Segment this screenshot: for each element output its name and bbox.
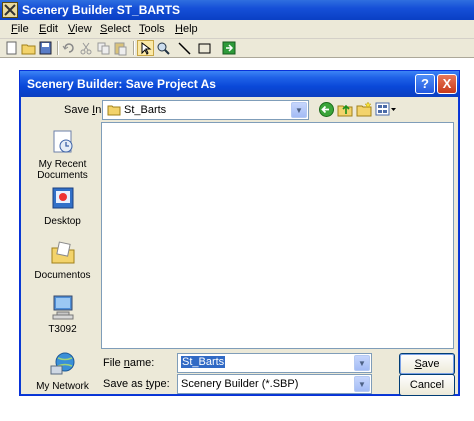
back-icon[interactable]	[318, 101, 335, 118]
documents-folder-icon	[49, 239, 77, 267]
file-name-label: File name:	[103, 357, 155, 369]
recent-documents-icon	[49, 128, 77, 156]
cancel-button[interactable]: Cancel	[399, 374, 455, 396]
new-file-icon[interactable]	[3, 40, 20, 56]
paste-icon[interactable]	[112, 40, 129, 56]
undo-icon[interactable]	[61, 40, 78, 56]
zoom-icon[interactable]	[155, 40, 172, 56]
new-folder-icon[interactable]	[356, 101, 373, 118]
place-my-recent-documents[interactable]: My Recent Documents	[25, 128, 100, 181]
save-button[interactable]: Save	[399, 353, 455, 375]
chevron-down-icon[interactable]: ▼	[291, 102, 307, 118]
app-title: Scenery Builder ST_BARTS	[22, 3, 181, 17]
desktop-icon	[49, 185, 77, 213]
place-t3092[interactable]: T3092	[25, 293, 100, 335]
menu-tools[interactable]: Tools	[139, 23, 165, 35]
menu-help[interactable]: Help	[175, 23, 198, 35]
my-computer-icon	[49, 293, 77, 321]
save-project-dialog: Scenery Builder: Save Project As ? X Sav…	[19, 70, 460, 396]
menu-edit[interactable]: Edit	[39, 23, 58, 35]
file-name-value: St_Barts	[181, 356, 226, 368]
file-list-view[interactable]	[101, 122, 454, 349]
line-tool-icon[interactable]	[176, 40, 193, 56]
copy-icon[interactable]	[95, 40, 112, 56]
places-bar: My Recent Documents Desktop Documentos T…	[25, 122, 100, 392]
save-in-value: St_Barts	[124, 104, 167, 116]
network-icon	[49, 350, 77, 378]
select-arrow-icon[interactable]	[137, 40, 154, 56]
place-documentos[interactable]: Documentos	[25, 239, 100, 281]
toolbar	[0, 39, 474, 58]
file-name-field[interactable]: St_Barts ▼	[177, 353, 372, 373]
save-as-type-dropdown[interactable]: Scenery Builder (*.SBP) ▼	[177, 374, 372, 394]
app-title-bar: Scenery Builder ST_BARTS	[0, 0, 474, 20]
app-logo-icon	[2, 2, 18, 18]
chevron-down-icon[interactable]: ▼	[354, 376, 370, 392]
open-folder-icon[interactable]	[20, 40, 37, 56]
save-as-type-label: Save as type:	[103, 378, 170, 390]
cut-icon[interactable]	[78, 40, 95, 56]
view-menu-icon[interactable]	[375, 101, 397, 118]
menu-file[interactable]: File	[11, 23, 29, 35]
dialog-title: Scenery Builder: Save Project As	[27, 77, 216, 91]
save-as-type-value: Scenery Builder (*.SBP)	[181, 378, 299, 390]
save-in-dropdown[interactable]: St_Barts ▼	[102, 100, 309, 120]
menu-view[interactable]: View	[68, 23, 92, 35]
save-in-label: Save In:	[64, 104, 105, 116]
rectangle-tool-icon[interactable]	[196, 40, 213, 56]
menu-select[interactable]: Select	[100, 23, 131, 35]
menu-bar: File Edit View Select Tools Help	[0, 20, 474, 39]
close-button[interactable]: X	[437, 74, 457, 94]
up-folder-icon[interactable]	[337, 101, 354, 118]
dialog-title-bar: Scenery Builder: Save Project As ? X	[20, 71, 459, 97]
help-button[interactable]: ?	[415, 74, 435, 94]
place-my-network[interactable]: My Network	[25, 350, 100, 392]
export-icon[interactable]	[221, 40, 238, 56]
save-icon[interactable]	[37, 40, 54, 56]
place-desktop[interactable]: Desktop	[25, 185, 100, 227]
folder-icon	[107, 104, 121, 119]
chevron-down-icon[interactable]: ▼	[354, 355, 370, 371]
